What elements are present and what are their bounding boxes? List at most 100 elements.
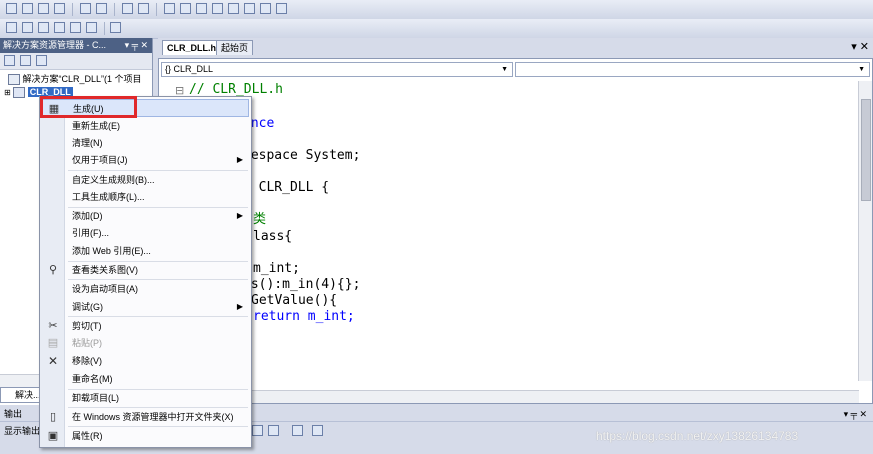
toolbar-icon[interactable] [6, 3, 17, 14]
toolbar-icon[interactable] [164, 3, 175, 14]
scope-combo[interactable]: {} CLR_DLL ▼ [161, 62, 513, 77]
close-icon[interactable]: ▾ ✕ [851, 40, 869, 53]
menu-item-label: 仅用于项目(J) [72, 155, 128, 165]
menu-item-label: 重命名(M) [72, 374, 113, 384]
toolbar-icon[interactable] [22, 22, 33, 33]
menu-item-label: 重新生成(E) [72, 121, 120, 131]
context-menu: ▦ 生成(U) 重新生成(E) 清理(N) 仅用于项目(J) ▶ 自定义生成规则… [39, 96, 252, 448]
toolbar-icon[interactable] [54, 3, 65, 14]
toolbar-icon[interactable] [260, 3, 271, 14]
toolbar-icon[interactable] [86, 22, 97, 33]
menu-item-set-startup[interactable]: 设为启动项目(A) [42, 280, 249, 298]
menu-item-view-class-diagram[interactable]: ⚲ 查看类关系图(V) [42, 261, 249, 279]
submenu-arrow-icon: ▶ [236, 211, 243, 220]
output-show-label: 显示输出 [4, 426, 41, 436]
properties-icon: ▣ [47, 430, 59, 442]
panel-controls[interactable]: ▾ ╤ ✕ [125, 38, 148, 53]
show-all-files-icon[interactable] [20, 55, 31, 66]
menu-item-clean[interactable]: 清理(N) [42, 134, 249, 152]
menu-item-label: 清理(N) [72, 138, 103, 148]
toolbar-icon[interactable] [196, 3, 207, 14]
code-line: e CLR_DLL { [243, 180, 330, 195]
watermark: https://blog.csdn.net/zxy13826134783 [596, 429, 799, 443]
code-line: 类 [253, 212, 267, 227]
solution-node[interactable]: 解决方案“CLR_DLL”(1 个项目 [8, 72, 148, 86]
scrollbar-thumb[interactable] [861, 99, 871, 201]
submenu-arrow-icon: ▶ [236, 155, 243, 164]
toolbar-icon[interactable] [22, 3, 33, 14]
toolbar-separator [104, 22, 105, 35]
toolbar-icon[interactable] [212, 3, 223, 14]
word-wrap-icon[interactable] [312, 425, 323, 436]
code-line: return m_int; [253, 309, 355, 324]
menu-item-properties[interactable]: ▣ 属性(R) [42, 427, 249, 445]
menu-item-label: 自定义生成规则(B)... [72, 175, 155, 185]
highlight-box [40, 96, 137, 118]
menu-item-label: 剪切(T) [72, 321, 102, 331]
menu-item-open-in-explorer[interactable]: ▯ 在 Windows 资源管理器中打开文件夹(X) [42, 408, 249, 426]
solution-explorer-title-text: 解决方案资源管理器 - C... [3, 40, 106, 50]
menu-item-label: 工具生成顺序(L)... [72, 192, 145, 202]
class-diagram-icon: ⚲ [48, 264, 58, 276]
toolbar-separator [114, 3, 115, 16]
menu-item-rebuild[interactable]: 重新生成(E) [42, 117, 249, 135]
menu-item-label: 卸载项目(L) [72, 393, 119, 403]
menu-item-debug[interactable]: 调试(G) ▶ [42, 298, 249, 316]
member-combo[interactable]: ▼ [515, 62, 870, 77]
remove-icon: ✕ [47, 354, 59, 368]
toolbar-separator [72, 3, 73, 16]
menu-item-unload-project[interactable]: 卸载项目(L) [42, 389, 249, 407]
toolbar-icon[interactable] [252, 425, 263, 436]
toolbar-second [0, 19, 873, 39]
folder-open-icon: ▯ [49, 411, 57, 423]
menu-item-project-only[interactable]: 仅用于项目(J) ▶ [42, 151, 249, 169]
toolbar-top [0, 0, 873, 20]
expand-icon[interactable]: ⊞ [4, 88, 11, 97]
clear-all-icon[interactable] [292, 425, 303, 436]
tab-label: 起始页 [221, 43, 249, 53]
menu-item-rename[interactable]: 重命名(M) [42, 370, 249, 388]
menu-item-paste[interactable]: ▤ 粘贴(P) [42, 334, 249, 352]
toolbar-icon[interactable] [38, 22, 49, 33]
vertical-scrollbar[interactable] [858, 81, 872, 381]
toolbar-icon[interactable] [38, 3, 49, 14]
chevron-down-icon: ▼ [501, 66, 508, 73]
toolbar-icon[interactable] [268, 425, 279, 436]
code-line: mespace System; [243, 148, 361, 163]
code-line: GetValue(){ [251, 293, 338, 308]
menu-item-custom-build-rules[interactable]: 自定义生成规则(B)... [42, 171, 249, 189]
editor-tabs: CLR_DLL.h 起始页 ▾ ✕ [158, 38, 873, 56]
panel-controls[interactable]: ▾ ╤ ✕ [844, 407, 867, 421]
solution-icon [8, 74, 20, 86]
code-line: ss():m_in(4){}; [243, 277, 361, 292]
toolbar-icon[interactable] [138, 3, 149, 14]
refresh-icon[interactable] [36, 55, 47, 66]
toolbar-icon[interactable] [122, 3, 133, 14]
menu-item-references[interactable]: 引用(F)... [42, 224, 249, 242]
toolbar-icon[interactable] [110, 22, 121, 33]
menu-item-label: 添加(D) [72, 211, 103, 221]
code-line: // CLR_DLL.h [189, 82, 283, 97]
toolbar-icon[interactable] [228, 3, 239, 14]
horizontal-scrollbar[interactable] [159, 390, 859, 403]
solution-explorer-toolbar [0, 53, 152, 70]
menu-item-tool-build-order[interactable]: 工具生成顺序(L)... [42, 188, 249, 206]
menu-item-remove[interactable]: ✕ 移除(V) [42, 352, 249, 370]
toolbar-icon[interactable] [54, 22, 65, 33]
menu-item-add[interactable]: 添加(D) ▶ [42, 207, 249, 225]
menu-item-label: 添加 Web 引用(E)... [72, 246, 151, 256]
properties-icon[interactable] [4, 55, 15, 66]
toolbar-icon[interactable] [244, 3, 255, 14]
toolbar-icon[interactable] [180, 3, 191, 14]
toolbar-icon[interactable] [276, 3, 287, 14]
code-editor[interactable]: {} CLR_DLL ▼ ▼ ⊟ // CLR_DLL.h once mespa… [158, 58, 873, 404]
tab-clr-dll-h[interactable]: CLR_DLL.h [162, 40, 221, 55]
toolbar-icon[interactable] [70, 22, 81, 33]
menu-item-add-web-reference[interactable]: 添加 Web 引用(E)... [42, 242, 249, 260]
toolbar-icon[interactable] [6, 22, 17, 33]
toolbar-icon[interactable] [80, 3, 91, 14]
tab-start-page[interactable]: 起始页 [216, 40, 254, 55]
menu-item-cut[interactable]: ✂ 剪切(T) [42, 317, 249, 335]
toolbar-icon[interactable] [96, 3, 107, 14]
menu-item-label: 移除(V) [72, 356, 102, 366]
